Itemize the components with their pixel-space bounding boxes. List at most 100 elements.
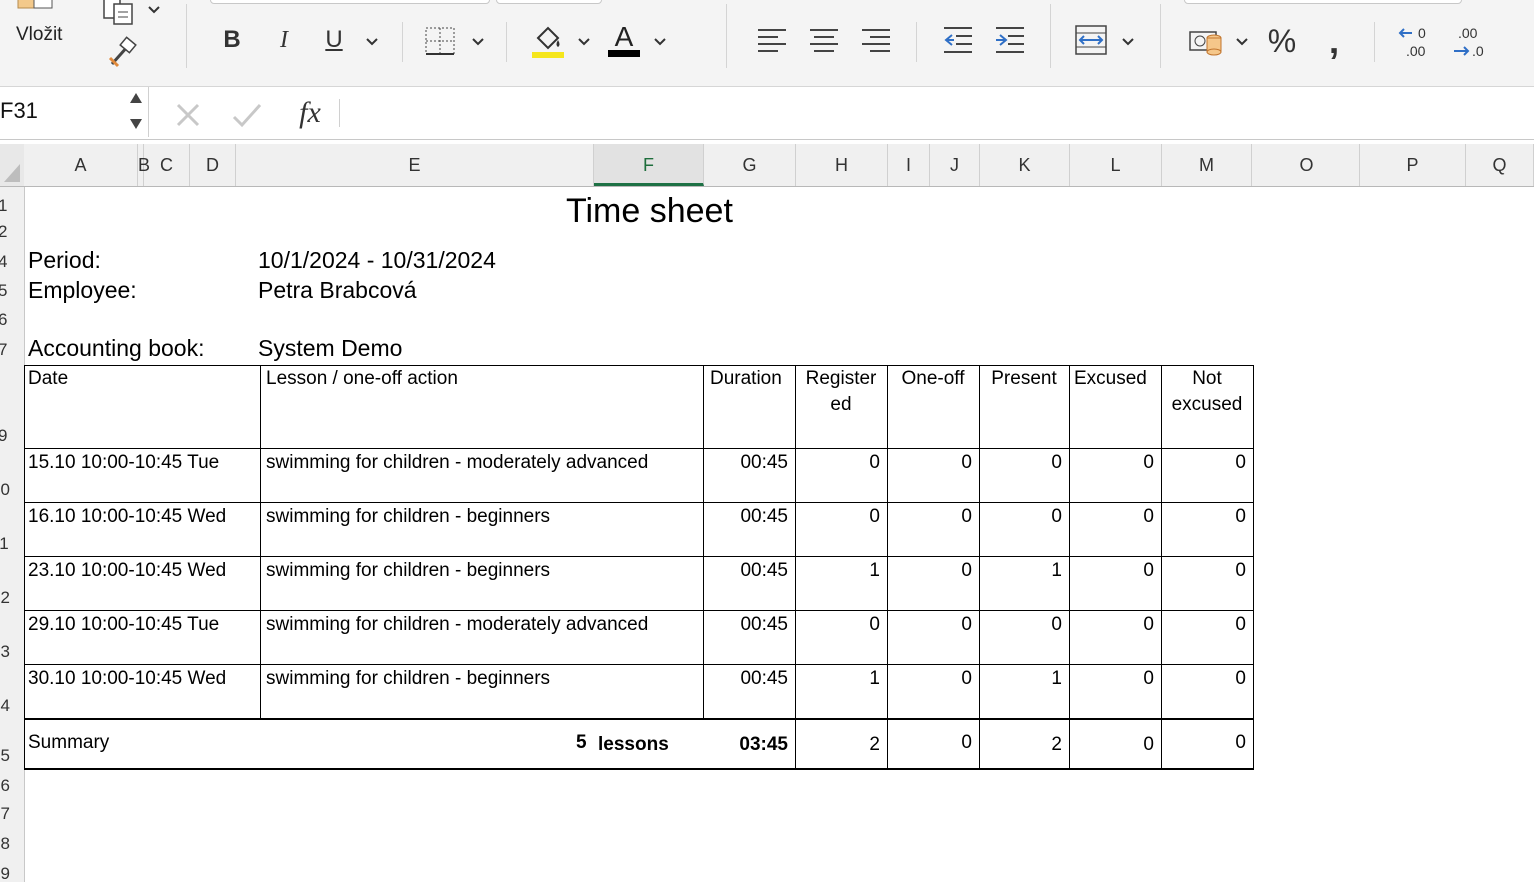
- header-date: Date: [28, 368, 69, 389]
- copy-icon[interactable]: [100, 0, 140, 26]
- percent-style-icon[interactable]: %: [1264, 22, 1300, 60]
- employee-label: Employee:: [28, 277, 137, 303]
- row-header-18[interactable]: 18: [0, 834, 24, 854]
- column-header-f[interactable]: F: [594, 144, 704, 186]
- align-center-icon[interactable]: [808, 24, 840, 56]
- decrease-indent-icon[interactable]: [942, 24, 974, 56]
- paste-icon[interactable]: [14, 0, 70, 12]
- insert-function-icon[interactable]: fx: [292, 95, 328, 131]
- copy-dropdown-icon[interactable]: [148, 6, 160, 16]
- row-header-13[interactable]: 13: [0, 642, 24, 662]
- name-box[interactable]: F31: [0, 87, 149, 137]
- row-header-6[interactable]: 6: [0, 310, 24, 330]
- align-left-icon[interactable]: [756, 24, 788, 56]
- row-header-11[interactable]: 11: [0, 534, 24, 554]
- row-header-1[interactable]: 1: [0, 196, 24, 216]
- column-header-l[interactable]: L: [1070, 144, 1162, 186]
- table-row-date: 15.10 10:00-10:45 Tue: [28, 452, 220, 473]
- summary-excused: 0: [1143, 734, 1154, 755]
- accounting-dropdown-icon[interactable]: [1236, 38, 1248, 48]
- fill-color-dropdown-icon[interactable]: [578, 38, 590, 48]
- column-header-m[interactable]: M: [1162, 144, 1252, 186]
- column-header-q[interactable]: Q: [1466, 144, 1534, 186]
- period-label: Period:: [28, 247, 101, 273]
- merge-dropdown-icon[interactable]: [1122, 38, 1134, 48]
- table-row-excused: 0: [1143, 668, 1154, 689]
- employee-value: Petra Brabcová: [258, 277, 417, 303]
- column-header-o[interactable]: O: [1254, 144, 1360, 186]
- column-header-a[interactable]: A: [24, 144, 138, 186]
- merge-cells-icon[interactable]: [1072, 22, 1110, 58]
- borders-icon[interactable]: [422, 24, 458, 58]
- borders-dropdown-icon[interactable]: [472, 38, 484, 48]
- table-row-notexcused: 0: [1235, 452, 1246, 473]
- row-header-9[interactable]: 9: [0, 426, 24, 446]
- row-header-17[interactable]: 17: [0, 804, 24, 824]
- table-row-oneoff: 0: [961, 614, 972, 635]
- number-format-combobox[interactable]: [1184, 0, 1462, 4]
- column-header-j[interactable]: J: [930, 144, 980, 186]
- row-header-12[interactable]: 12: [0, 588, 24, 608]
- worksheet-grid[interactable]: [24, 187, 1534, 882]
- column-header-g[interactable]: G: [704, 144, 796, 186]
- row-header-10[interactable]: 10: [0, 480, 24, 500]
- column-header-h[interactable]: H: [796, 144, 888, 186]
- decrease-decimal-icon[interactable]: .00.0: [1450, 22, 1490, 62]
- row-header-4[interactable]: 4: [0, 252, 24, 272]
- table-row-present: 0: [1051, 614, 1062, 635]
- accounting-format-icon[interactable]: [1186, 24, 1226, 60]
- summary-present: 2: [1051, 734, 1062, 755]
- table-row-registered: 0: [869, 452, 880, 473]
- column-headers: ABCDEFGHIJKLMOPQ: [24, 144, 1534, 187]
- font-color-icon[interactable]: A: [606, 18, 642, 60]
- column-header-i[interactable]: I: [888, 144, 930, 186]
- table-row-present: 1: [1051, 668, 1062, 689]
- align-right-icon[interactable]: [860, 24, 892, 56]
- increase-decimal-icon[interactable]: 0.00: [1396, 22, 1436, 62]
- column-header-c[interactable]: C: [144, 144, 190, 186]
- formula-input[interactable]: [352, 87, 1534, 139]
- summary-label: Summary: [28, 732, 110, 753]
- accounting-book-value: System Demo: [258, 335, 403, 361]
- select-all-corner[interactable]: [0, 144, 25, 187]
- paste-button-label[interactable]: Vložit: [16, 24, 62, 46]
- italic-icon[interactable]: I: [270, 24, 298, 56]
- table-row-present: 1: [1051, 560, 1062, 581]
- table-row-notexcused: 0: [1235, 614, 1246, 635]
- confirm-entry-icon[interactable]: [230, 99, 264, 131]
- row-header-2[interactable]: 2: [0, 222, 24, 242]
- table-row-registered: 0: [869, 506, 880, 527]
- bold-icon[interactable]: B: [218, 24, 246, 56]
- table-row-lesson: swimming for children - moderately advan…: [266, 614, 649, 635]
- column-header-d[interactable]: D: [190, 144, 236, 186]
- table-row-lesson: swimming for children - beginners: [266, 560, 551, 581]
- name-box-stepper-icon[interactable]: [128, 91, 144, 131]
- row-header-16[interactable]: 16: [0, 776, 24, 796]
- table-row-notexcused: 0: [1235, 506, 1246, 527]
- header-lesson: Lesson / one-off action: [266, 368, 458, 389]
- increase-indent-icon[interactable]: [994, 24, 1026, 56]
- row-header-7[interactable]: 7: [0, 340, 24, 360]
- column-header-k[interactable]: K: [980, 144, 1070, 186]
- font-size-combobox[interactable]: [496, 0, 602, 4]
- table-row-date: 23.10 10:00-10:45 Wed: [28, 560, 227, 581]
- row-header-5[interactable]: 5: [0, 281, 24, 301]
- row-header-19[interactable]: 19: [0, 864, 24, 884]
- row-header-14[interactable]: 14: [0, 696, 24, 716]
- column-header-p[interactable]: P: [1360, 144, 1466, 186]
- font-name-combobox[interactable]: [210, 0, 490, 4]
- format-painter-icon[interactable]: [104, 36, 138, 70]
- comma-style-icon[interactable]: ‚: [1318, 20, 1350, 62]
- underline-dropdown-icon[interactable]: [366, 38, 378, 48]
- table-row-registered: 1: [869, 668, 880, 689]
- period-value: 10/1/2024 - 10/31/2024: [258, 247, 496, 273]
- svg-text:A: A: [615, 21, 634, 52]
- underline-icon[interactable]: U: [320, 24, 348, 56]
- row-header-15[interactable]: 15: [0, 746, 24, 766]
- summary-not-excused: 0: [1235, 732, 1246, 753]
- cancel-entry-icon[interactable]: [172, 99, 204, 131]
- font-color-dropdown-icon[interactable]: [654, 38, 666, 48]
- fill-color-icon[interactable]: [530, 20, 566, 60]
- column-header-e[interactable]: E: [236, 144, 594, 186]
- summary-registered: 2: [869, 734, 880, 755]
